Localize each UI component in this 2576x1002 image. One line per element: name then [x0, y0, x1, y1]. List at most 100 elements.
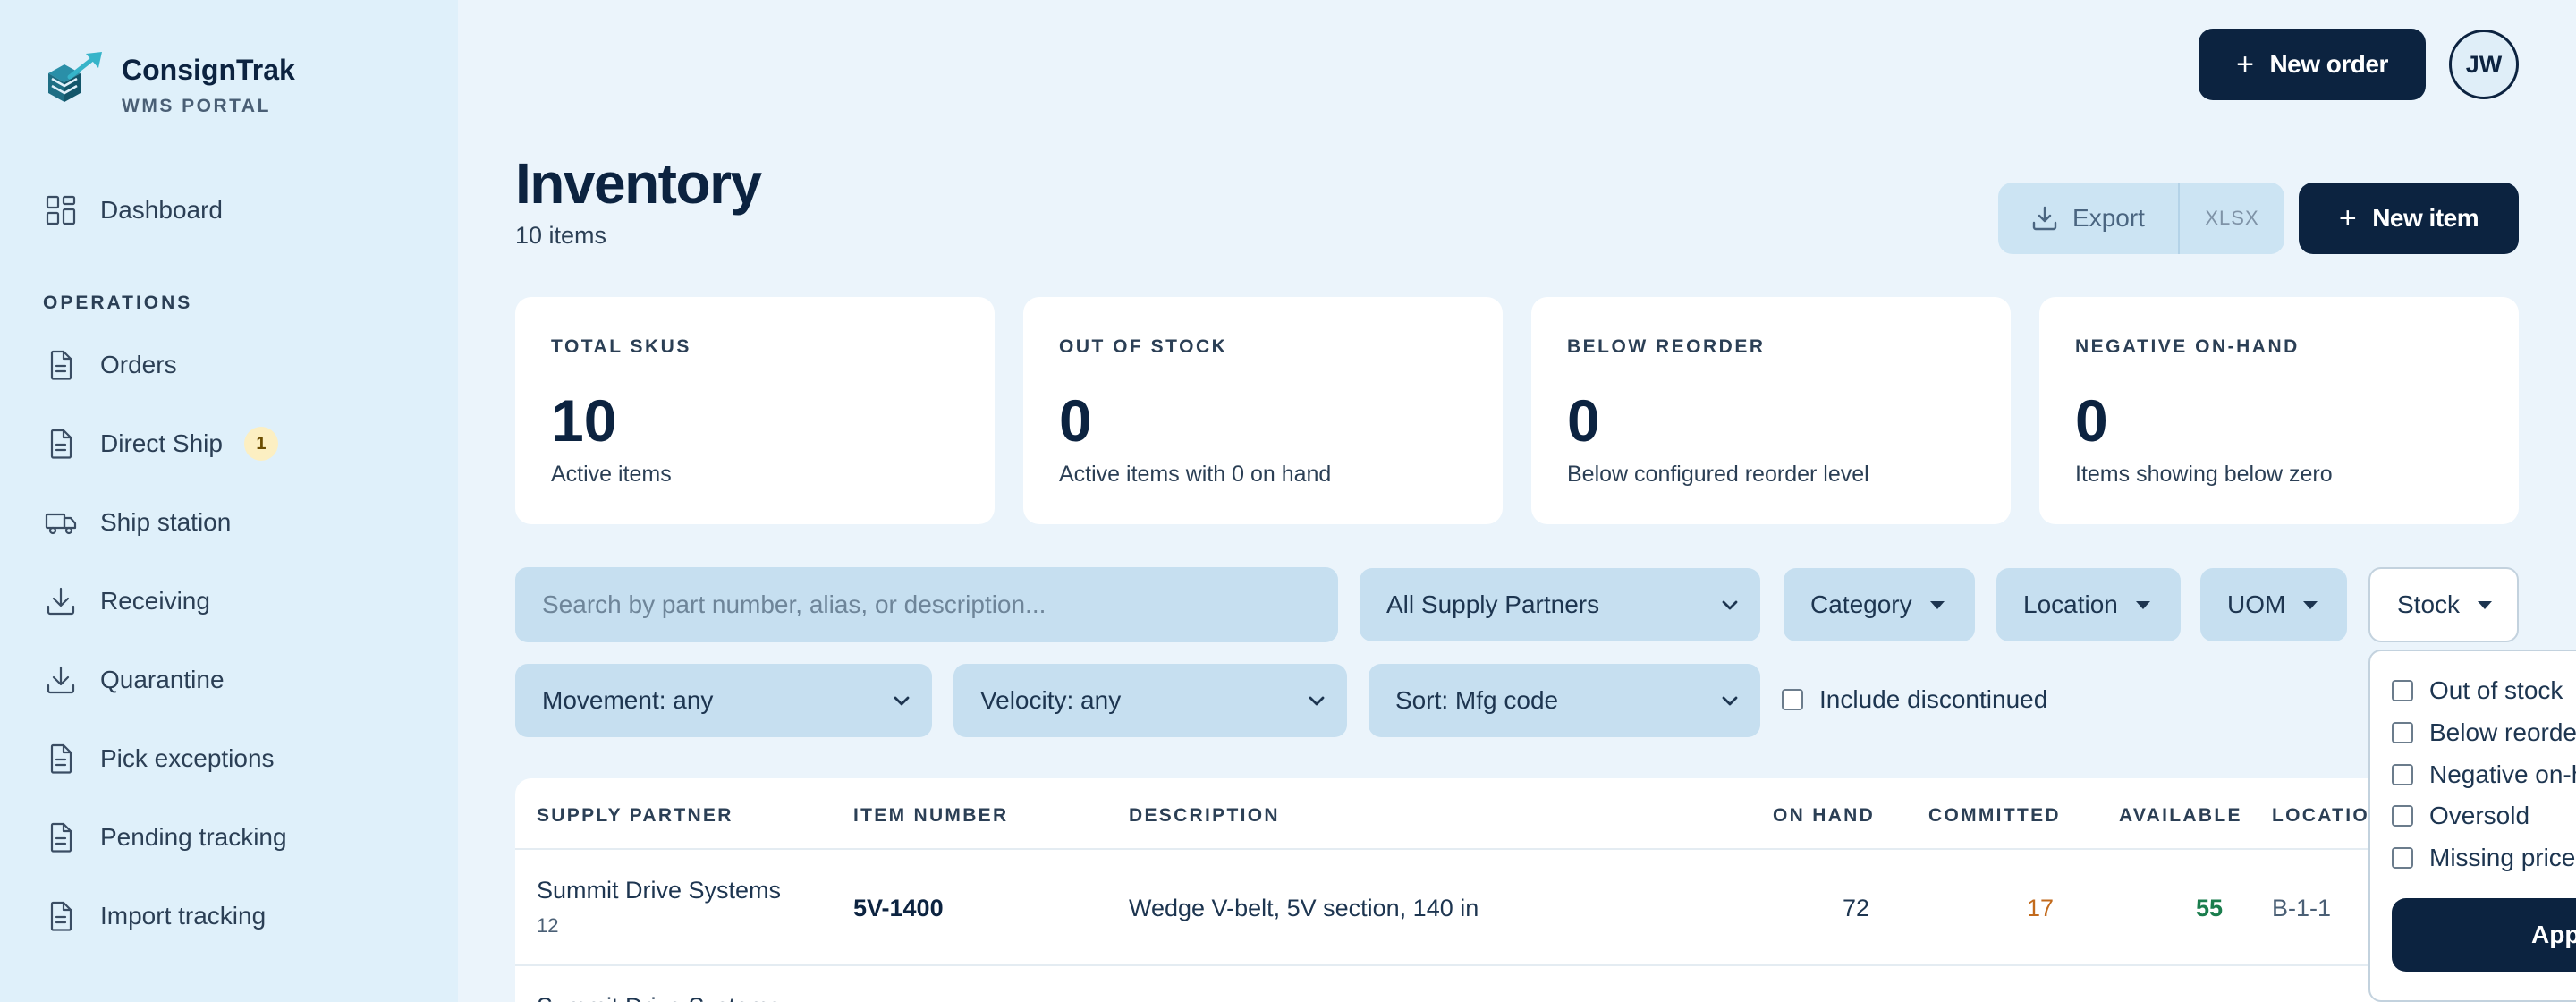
brand[interactable]: ConsignTrak WMS PORTAL — [43, 50, 295, 117]
document-icon — [43, 741, 79, 777]
chevron-down-icon — [891, 689, 912, 710]
kpi-description: Below configured reorder level — [1567, 462, 1869, 487]
brand-name: ConsignTrak — [122, 54, 295, 86]
sidebar-section-heading: OPERATIONS — [43, 293, 193, 313]
kpi-value: 10 — [551, 387, 617, 454]
sidebar-item-receiving[interactable]: Receiving — [43, 574, 436, 628]
sidebar-item-label: Pick exceptions — [100, 744, 275, 772]
download-icon — [43, 662, 79, 698]
stock-option-negative-on-hand[interactable]: Negative on-hand — [2392, 759, 2576, 791]
chevron-down-icon — [1719, 689, 1741, 710]
velocity-select[interactable]: Velocity: any — [953, 664, 1347, 737]
new-item-label: New item — [2372, 204, 2479, 232]
document-icon — [43, 426, 79, 462]
brand-subtitle: WMS PORTAL — [122, 96, 271, 116]
stock-option-below-reorder[interactable]: Below reorder — [2392, 717, 2576, 749]
kpi-description: Active items — [551, 462, 672, 487]
option-checkbox[interactable] — [2392, 680, 2413, 701]
stock-filter-dropdown: Out of stock Below reorder Negative on-h… — [2368, 650, 2576, 1002]
stock-option-oversold[interactable]: Oversold — [2392, 800, 2529, 832]
available-cell: 55 — [2195, 895, 2223, 921]
description-cell: Wedge V-belt, 5V section, 140 in — [1129, 895, 1479, 921]
notification-badge: 1 — [243, 427, 278, 461]
brand-logo-icon — [48, 52, 102, 102]
column-header-supply-partner[interactable]: SUPPLY PARTNER — [537, 805, 733, 827]
sidebar-item-orders[interactable]: Orders — [43, 338, 436, 392]
committed-cell: 17 — [2026, 895, 2054, 921]
stock-option-out-of-stock[interactable]: Out of stock — [2392, 675, 2563, 707]
kpi-card-total-skus: TOTAL SKUS 10 Active items — [515, 297, 995, 524]
page-title: Inventory — [515, 151, 762, 216]
table-row[interactable]: Summit Drive Systems 12 5V-1400 Wedge V-… — [515, 850, 2519, 966]
table-header: SUPPLY PARTNER ITEM NUMBER DESCRIPTION O… — [515, 778, 2519, 850]
sidebar-item-pending-tracking[interactable]: Pending tracking — [43, 811, 436, 864]
plus-icon: + — [2236, 47, 2254, 81]
on-hand-cell: 72 — [1842, 895, 1869, 921]
sidebar-item-label: Pending tracking — [100, 823, 287, 851]
document-icon — [43, 819, 79, 855]
include-discontinued-checkbox[interactable] — [1782, 689, 1803, 710]
sidebar-item-pick-exceptions[interactable]: Pick exceptions — [43, 732, 436, 785]
sidebar-item-label: Import tracking — [100, 902, 267, 930]
new-order-button[interactable]: + New order — [2199, 29, 2426, 100]
sort-select[interactable]: Sort: Mfg code — [1368, 664, 1760, 737]
kpi-value: 0 — [2075, 387, 2108, 454]
kpi-description: Items showing below zero — [2075, 462, 2333, 487]
column-header-available[interactable]: AVAILABLE — [2119, 805, 2242, 827]
option-checkbox[interactable] — [2392, 722, 2413, 743]
column-header-item-number[interactable]: ITEM NUMBER — [853, 805, 1008, 827]
uom-filter[interactable]: UOM — [2200, 568, 2347, 641]
export-format-button[interactable]: XLSX — [2180, 183, 2284, 254]
movement-select[interactable]: Movement: any — [515, 664, 932, 737]
export-button-group: Export XLSX — [1998, 183, 2284, 254]
kpi-value: 0 — [1567, 387, 1600, 454]
download-icon — [2032, 206, 2057, 231]
kpi-description: Active items with 0 on hand — [1059, 462, 1332, 487]
option-label: Out of stock — [2429, 676, 2563, 704]
new-item-button[interactable]: + New item — [2299, 183, 2519, 254]
category-filter[interactable]: Category — [1784, 568, 1975, 641]
option-checkbox[interactable] — [2392, 805, 2413, 827]
sidebar-item-ship-station[interactable]: Ship station — [43, 496, 436, 549]
column-header-on-hand[interactable]: ON HAND — [1773, 805, 1875, 827]
search-input[interactable] — [515, 567, 1338, 642]
column-header-committed[interactable]: COMMITTED — [1928, 805, 2061, 827]
location-cell: B-1-1 — [2272, 895, 2332, 921]
sidebar-item-dashboard[interactable]: Dashboard — [43, 183, 436, 237]
option-checkbox[interactable] — [2392, 764, 2413, 785]
item-number-cell[interactable]: 5V-1400 — [853, 895, 944, 922]
stock-filter[interactable]: Stock — [2368, 567, 2519, 642]
sidebar-item-import-tracking[interactable]: Import tracking — [43, 889, 436, 943]
avatar[interactable]: JW — [2449, 30, 2519, 99]
kpi-label: OUT OF STOCK — [1059, 336, 1228, 357]
sidebar-item-direct-ship[interactable]: Direct Ship 1 — [43, 417, 436, 471]
caret-down-icon — [1929, 600, 1945, 609]
table-row[interactable]: Summit Drive Systems — [515, 968, 2519, 1002]
sidebar-item-label: Quarantine — [100, 666, 225, 693]
supply-partner-select[interactable]: All Supply Partners — [1360, 568, 1760, 641]
document-icon — [43, 898, 79, 934]
sort-value: Sort: Mfg code — [1395, 686, 1559, 714]
option-checkbox[interactable] — [2392, 847, 2413, 869]
truck-icon — [43, 505, 79, 540]
apply-button[interactable]: Apply — [2392, 898, 2576, 972]
sidebar-item-label: Ship station — [100, 508, 232, 536]
column-header-description[interactable]: DESCRIPTION — [1129, 805, 1280, 827]
stock-label: Stock — [2397, 590, 2461, 618]
sidebar-item-quarantine[interactable]: Quarantine — [43, 653, 436, 707]
option-label: Missing price — [2429, 844, 2576, 871]
download-icon — [43, 583, 79, 619]
include-discontinued-toggle[interactable]: Include discontinued — [1782, 684, 2047, 716]
export-label: Export — [2072, 204, 2145, 232]
location-filter[interactable]: Location — [1996, 568, 2181, 641]
chevron-down-icon — [1719, 593, 1741, 615]
location-label: Location — [2023, 590, 2118, 618]
stock-option-missing-price[interactable]: Missing price — [2392, 842, 2575, 874]
document-icon — [43, 347, 79, 383]
page-subtitle: 10 items — [515, 222, 607, 249]
kpi-card-out-of-stock: OUT OF STOCK 0 Active items with 0 on ha… — [1023, 297, 1503, 524]
export-button[interactable]: Export — [1998, 183, 2180, 254]
kpi-card-negative-on-hand: NEGATIVE ON-HAND 0 Items showing below z… — [2039, 297, 2519, 524]
plus-icon: + — [2338, 201, 2357, 235]
include-discontinued-label: Include discontinued — [1819, 685, 2048, 713]
